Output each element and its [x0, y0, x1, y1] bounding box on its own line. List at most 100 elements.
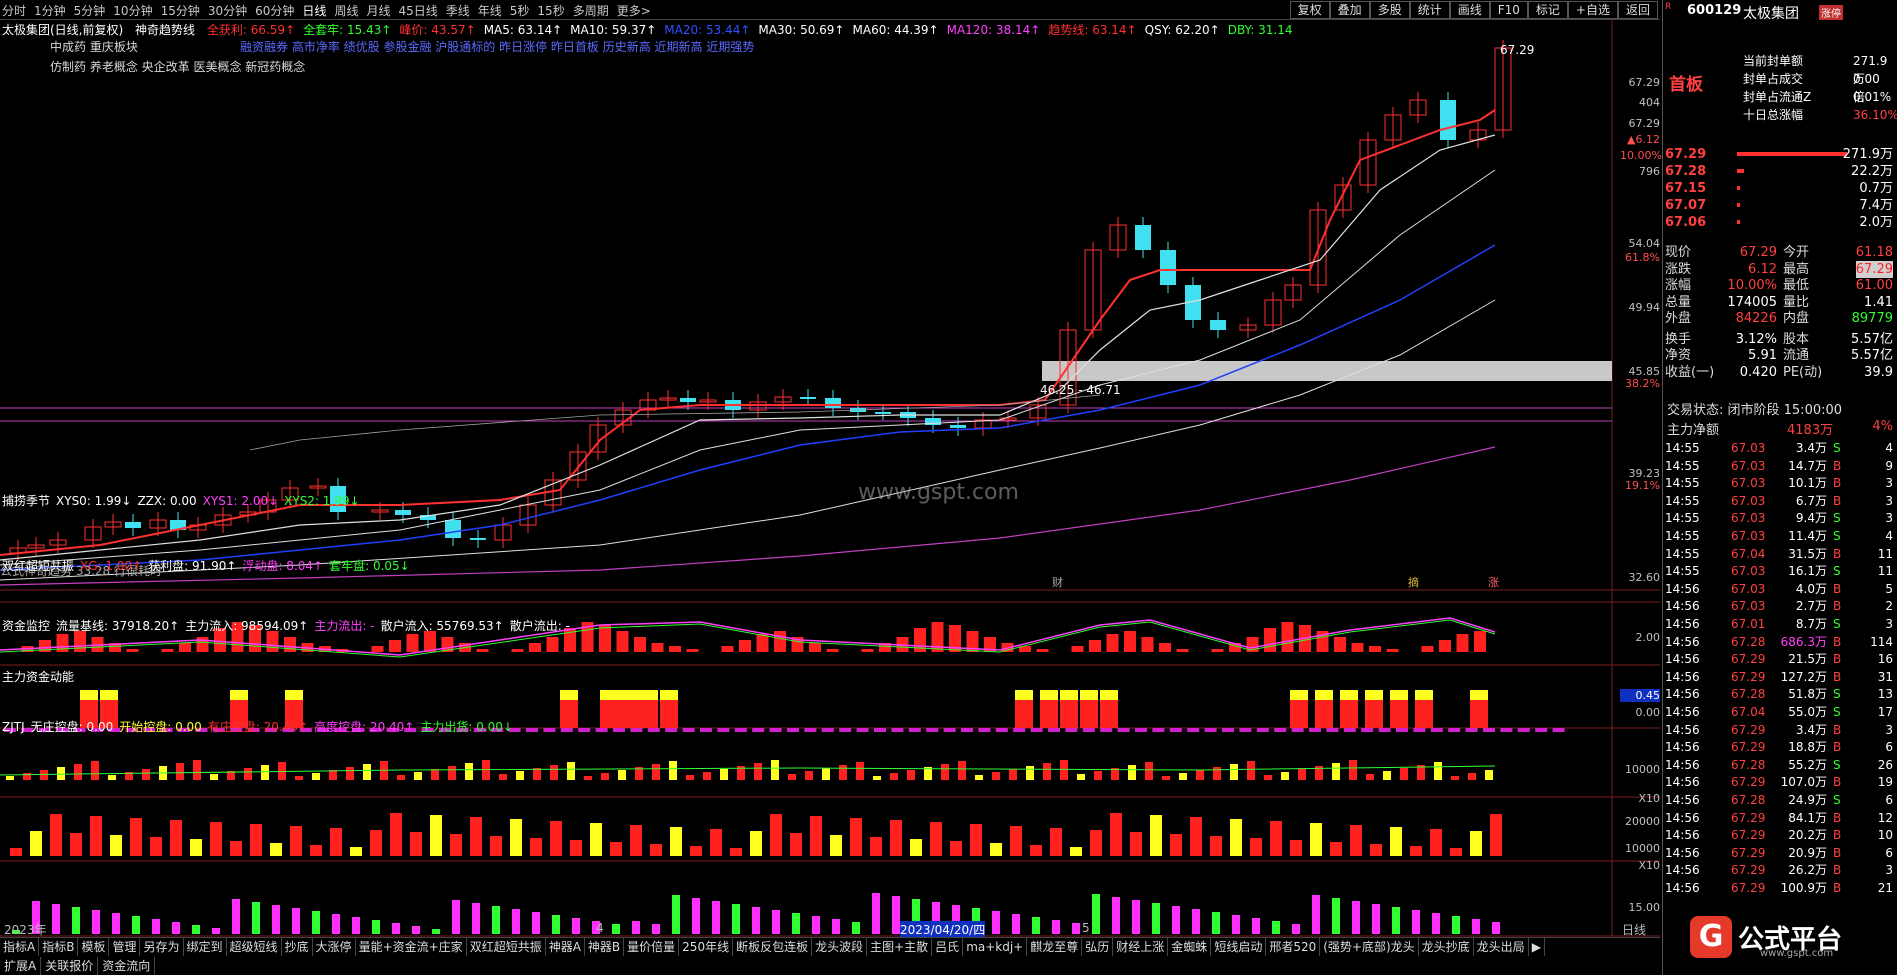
- extended-tab[interactable]: 扩展A: [0, 957, 42, 975]
- magenta-tick: [821, 728, 834, 732]
- macd-bar: [756, 634, 769, 652]
- indicator-tab[interactable]: 250年线: [679, 938, 734, 956]
- power-bar: [730, 848, 742, 856]
- magenta-tick: [978, 728, 991, 732]
- control-bar: [1172, 906, 1180, 934]
- power-bar: [630, 825, 642, 856]
- power-bar: [910, 839, 922, 856]
- indicator-tab[interactable]: 邢者520: [1266, 938, 1321, 956]
- limit-up-tag: 涨停: [1819, 5, 1843, 20]
- power-bar: [490, 836, 502, 856]
- indicator-tab[interactable]: 短线启动: [1211, 938, 1267, 956]
- magenta-tick: [543, 728, 556, 732]
- panel-value: XYS1: 2.00↓: [202, 494, 279, 508]
- kline-chart[interactable]: [0, 0, 1660, 937]
- power-bar: [1070, 847, 1082, 856]
- indicator-tab[interactable]: 主图+主散: [867, 938, 933, 956]
- indicator-tab[interactable]: 龙头波段: [812, 938, 868, 956]
- power-bar: [530, 838, 542, 856]
- indicator-tab[interactable]: ma+kdj+: [963, 938, 1028, 956]
- indicator-tab[interactable]: 麒龙至尊: [1027, 938, 1083, 956]
- control-bar: [232, 899, 240, 934]
- magenta-tick: [682, 728, 695, 732]
- flow-bar: [686, 775, 694, 780]
- indicator-tab[interactable]: 绑定到: [184, 938, 227, 956]
- flow-bar: [788, 774, 796, 780]
- power-bar: [1270, 821, 1282, 856]
- panel-value: XG: 1.00↑: [80, 559, 143, 573]
- control-bar: [852, 922, 860, 934]
- extended-tab[interactable]: 资金流向: [98, 957, 156, 975]
- control-bar: [712, 901, 720, 934]
- flow-bar: [975, 775, 983, 780]
- flow-bar: [1332, 763, 1340, 780]
- gspt-logo: G 公式平台 www.gspt.com: [1690, 916, 1842, 959]
- quote-row: 现价 67.29 今开 61.18: [1665, 245, 1893, 260]
- indicator-tab[interactable]: 指标B: [39, 938, 79, 956]
- stock-name[interactable]: 太极集团: [1743, 3, 1799, 23]
- power-bar: [650, 844, 662, 856]
- indicator-tab[interactable]: (强势+底部)龙头: [1320, 938, 1419, 956]
- qsy-line: [249, 394, 1101, 451]
- magenta-tick: [526, 728, 538, 732]
- flow-bar: [108, 775, 116, 780]
- extended-tab[interactable]: 关联报价: [41, 957, 99, 975]
- indicator-tab[interactable]: 管理: [109, 938, 141, 956]
- magenta-tick: [787, 728, 799, 732]
- stock-code[interactable]: 600129: [1687, 3, 1741, 18]
- signal-bar-top: [1365, 690, 1383, 700]
- trade-row: 14:56 67.29 21.5万 B 16: [1665, 652, 1893, 667]
- indicator-tab[interactable]: 龙头出局: [1474, 938, 1529, 956]
- indicator-tab[interactable]: 吕氏: [932, 938, 964, 956]
- control-bar: [172, 922, 180, 934]
- magenta-tick: [1552, 728, 1565, 732]
- stock-header: R 600129 太极集团 涨停: [1663, 0, 1897, 23]
- power-bar: [1250, 838, 1262, 856]
- magenta-tick: [665, 728, 678, 732]
- macd-bar: [1421, 646, 1434, 652]
- indicator-tab[interactable]: 超级短线: [227, 938, 282, 956]
- macd-bar: [74, 631, 86, 652]
- power-bar: [450, 834, 462, 856]
- magenta-tick: [1152, 728, 1165, 732]
- band-label: 46.25 - 46.71: [1040, 383, 1121, 397]
- indicator-tab[interactable]: 抄底: [282, 938, 313, 956]
- indicator-tab[interactable]: 神器B: [585, 938, 625, 956]
- flow-bar: [822, 768, 830, 780]
- book-row[interactable]: 67.15 0.7万: [1665, 180, 1895, 197]
- indicator-tab[interactable]: 指标A: [0, 938, 40, 956]
- tabs-next-icon[interactable]: ▶: [1529, 938, 1545, 956]
- flow-bar: [57, 767, 65, 780]
- indicator-tab[interactable]: 龙头抄底: [1419, 938, 1474, 956]
- candle-body: [825, 398, 841, 408]
- panel-tick: 10000: [1625, 842, 1660, 855]
- indicator-tab[interactable]: 财经上涨: [1113, 938, 1169, 956]
- macd-bar: [1089, 640, 1101, 652]
- indicator-tab[interactable]: 大涨停: [313, 938, 356, 956]
- indicator-tab[interactable]: 弘历: [1082, 938, 1114, 956]
- book-row[interactable]: 67.28 22.2万: [1665, 163, 1895, 180]
- book-row[interactable]: 67.06 2.0万: [1665, 214, 1895, 231]
- indicator-tab[interactable]: 断板反包连板: [733, 938, 813, 956]
- indicator-tab[interactable]: 量能+资金流+庄家: [356, 938, 467, 956]
- power-bar: [50, 814, 62, 856]
- indicator-tab[interactable]: 双红超短共振: [467, 938, 546, 956]
- book-row[interactable]: 67.07 7.4万: [1665, 197, 1895, 214]
- macd-bar: [1351, 643, 1364, 652]
- flow-base-line: [0, 765, 1496, 776]
- indicator-tab[interactable]: 量价倍量: [624, 938, 680, 956]
- power-bar: [1310, 823, 1322, 856]
- macd-bar: [179, 643, 191, 652]
- indicator-tab[interactable]: 神器A: [546, 938, 585, 956]
- signal-bar-top: [285, 690, 303, 700]
- seal-row: 封单占成交 0.00倍: [1743, 72, 1880, 104]
- indicator-tab[interactable]: 另存为: [140, 938, 184, 956]
- seal-row: 封单占流通Z 0.01%: [1743, 90, 1892, 104]
- book-row[interactable]: 67.29 271.9万: [1665, 146, 1895, 163]
- flow-bar: [142, 769, 150, 780]
- quote-row: 收益(一) 0.420 PE(动) 39.9: [1665, 364, 1893, 380]
- quote-row: 涨幅 10.00% 最低 61.00: [1665, 278, 1893, 293]
- power-bar: [1390, 827, 1402, 856]
- indicator-tab[interactable]: 金蜘蛛: [1168, 938, 1212, 956]
- indicator-tab[interactable]: 模板: [78, 938, 110, 956]
